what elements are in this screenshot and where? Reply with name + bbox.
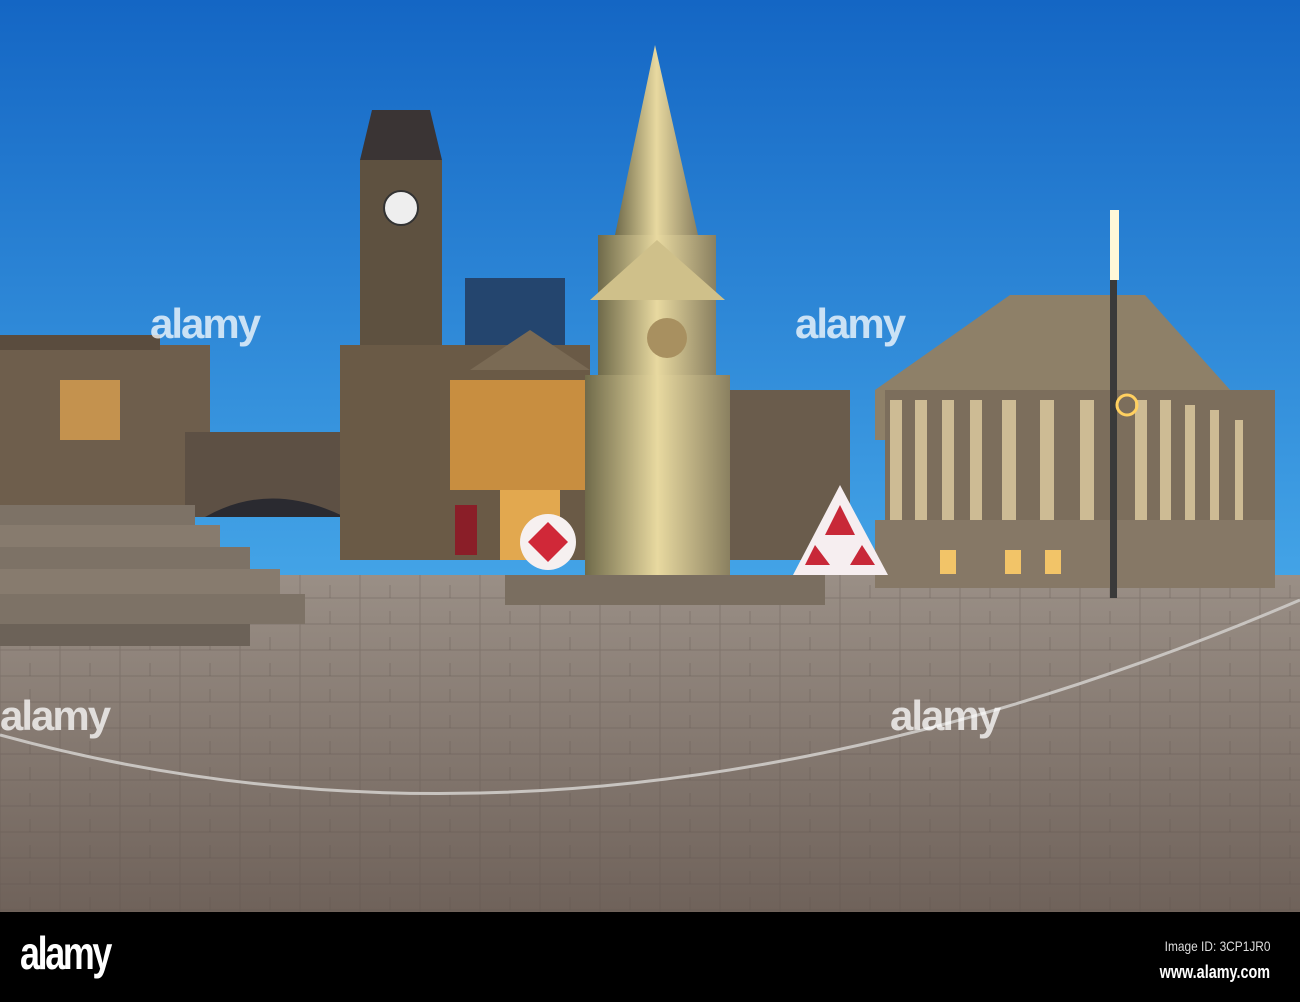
footer-bar: alamy Image ID: 3CP1JR0 www.alamy.com: [0, 912, 1300, 1002]
clock-face: [383, 190, 419, 226]
alamy-logo: alamy: [20, 927, 112, 979]
site-url: www.alamy.com: [1159, 962, 1270, 982]
svg-text:alamy: alamy: [890, 692, 1002, 739]
illuminated-bauble: [520, 514, 576, 570]
photo-chamberlain-square: alamy alamy alamy alamy: [0, 0, 1300, 912]
svg-text:alamy: alamy: [795, 300, 907, 347]
svg-text:alamy: alamy: [0, 692, 112, 739]
svg-text:alamy: alamy: [150, 300, 262, 347]
image-id: Image ID: 3CP1JR0: [1164, 938, 1270, 954]
